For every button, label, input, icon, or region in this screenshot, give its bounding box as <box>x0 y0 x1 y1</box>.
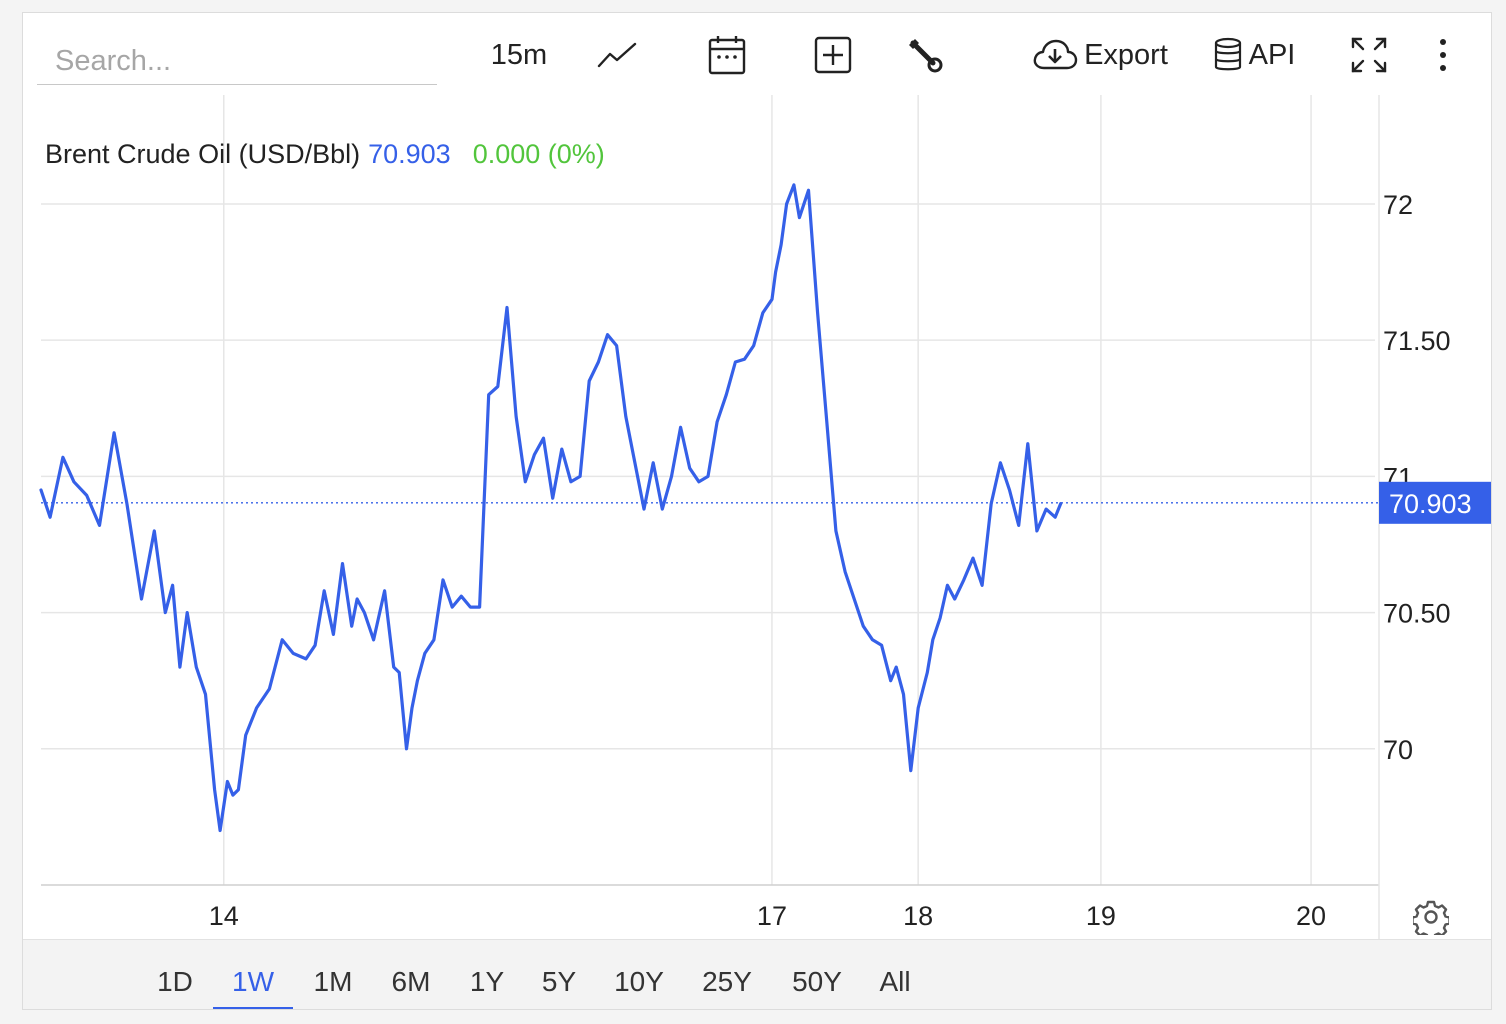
range-10y-button[interactable]: 10Y <box>614 966 664 998</box>
x-tick-label: 19 <box>1086 901 1116 931</box>
y-tick-label: 70 <box>1383 735 1413 765</box>
range-1m-button[interactable]: 1M <box>314 966 353 998</box>
range-25y-button[interactable]: 25Y <box>702 966 752 998</box>
y-tick-label: 71.50 <box>1383 326 1451 356</box>
instrument-change: 0.000 (0%) <box>472 139 605 169</box>
range-50y-button[interactable]: 50Y <box>792 966 842 998</box>
instrument-name: Brent Crude Oil (USD/Bbl) <box>45 139 361 169</box>
gear-icon <box>1411 900 1451 941</box>
active-range-underline <box>213 1007 293 1009</box>
range-1d-button[interactable]: 1D <box>157 966 193 998</box>
range-1y-button[interactable]: 1Y <box>470 966 504 998</box>
range-all-button[interactable]: All <box>879 966 910 998</box>
current-price-tag-label: 70.903 <box>1389 489 1472 519</box>
range-1w-button[interactable]: 1W <box>232 966 274 998</box>
range-5y-button[interactable]: 5Y <box>542 966 576 998</box>
range-selector: 1D 1W 1M 6M 1Y 5Y 10Y 25Y 50Y All <box>23 939 1491 1009</box>
chart-settings-button[interactable] <box>1411 899 1451 941</box>
x-tick-label: 18 <box>903 901 933 931</box>
range-6m-button[interactable]: 6M <box>392 966 431 998</box>
x-tick-label: 17 <box>757 901 787 931</box>
y-tick-label: 70.50 <box>1383 599 1451 629</box>
instrument-header: Brent Crude Oil (USD/Bbl) 70.903 0.000 (0%… <box>45 139 605 170</box>
x-tick-label: 14 <box>209 901 239 931</box>
x-tick-label: 20 <box>1296 901 1326 931</box>
y-tick-label: 72 <box>1383 190 1413 220</box>
instrument-price: 70.903 <box>368 139 451 169</box>
chart-widget: 15m <box>22 12 1492 1010</box>
price-series-line <box>39 183 1063 833</box>
